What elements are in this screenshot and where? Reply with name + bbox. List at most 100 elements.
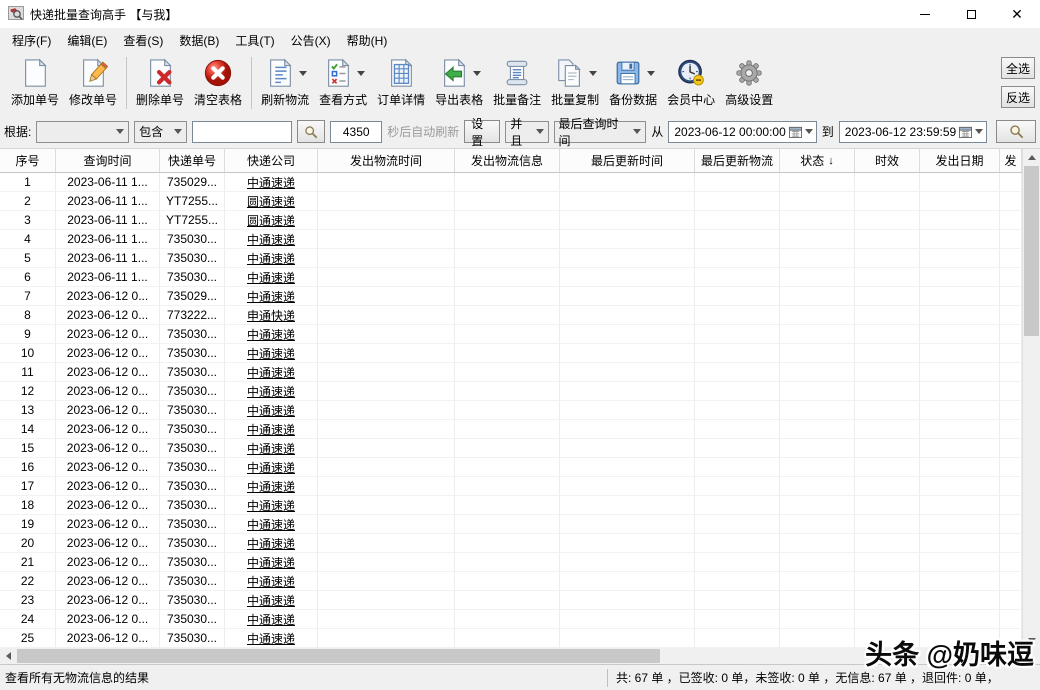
from-datetime-picker[interactable]: 2023-06-12 00:00:00: [668, 120, 817, 143]
dropdown-arrow-icon[interactable]: [646, 70, 655, 76]
refresh-seconds-input[interactable]: [330, 120, 383, 143]
toolbar-delete-order-button[interactable]: 删除单号: [131, 56, 189, 108]
toolbar-view-mode-button[interactable]: 查看方式: [314, 56, 372, 108]
company-link[interactable]: 中通速递: [225, 344, 318, 363]
dropdown-arrow-icon[interactable]: [356, 70, 365, 76]
table-row[interactable]: 6 2023-06-11 1... 735030... 中通速递: [0, 268, 1022, 287]
maximize-button[interactable]: [948, 0, 994, 28]
column-header-2[interactable]: 快递单号: [160, 149, 225, 172]
company-link[interactable]: 中通速递: [225, 401, 318, 420]
table-row[interactable]: 3 2023-06-11 1... YT7255... 圆通速递: [0, 211, 1022, 230]
toolbar-clear-table-button[interactable]: 清空表格: [189, 56, 247, 108]
minimize-button[interactable]: [902, 0, 948, 28]
to-datetime-picker[interactable]: 2023-06-12 23:59:59: [838, 120, 988, 143]
table-row[interactable]: 24 2023-06-12 0... 735030... 中通速递: [0, 610, 1022, 629]
dropdown-arrow-icon[interactable]: [588, 70, 597, 76]
menu-item-view[interactable]: 查看(S): [115, 29, 171, 52]
table-row[interactable]: 11 2023-06-12 0... 735030... 中通速递: [0, 363, 1022, 382]
table-row[interactable]: 7 2023-06-12 0... 735029... 中通速递: [0, 287, 1022, 306]
column-header-7[interactable]: 最后更新物流: [695, 149, 780, 172]
time-field-select[interactable]: 最后查询时间: [553, 117, 647, 148]
table-row[interactable]: 4 2023-06-11 1... 735030... 中通速递: [0, 230, 1022, 249]
table-row[interactable]: 21 2023-06-12 0... 735030... 中通速递: [0, 553, 1022, 572]
table-row[interactable]: 9 2023-06-12 0... 735030... 中通速递: [0, 325, 1022, 344]
toolbar-batch-note-button[interactable]: 批量备注: [488, 56, 546, 108]
table-row[interactable]: 2 2023-06-11 1... YT7255... 圆通速递: [0, 192, 1022, 211]
menu-item-notice[interactable]: 公告(X): [283, 29, 339, 52]
company-link[interactable]: 中通速递: [225, 496, 318, 515]
toolbar-order-detail-button[interactable]: 订单详情: [372, 56, 430, 108]
table-row[interactable]: 10 2023-06-12 0... 735030... 中通速递: [0, 344, 1022, 363]
table-row[interactable]: 23 2023-06-12 0... 735030... 中通速递: [0, 591, 1022, 610]
scroll-left-button[interactable]: [0, 648, 17, 664]
company-link[interactable]: 中通速递: [225, 458, 318, 477]
column-header-3[interactable]: 快递公司: [225, 149, 318, 172]
table-row[interactable]: 1 2023-06-11 1... 735029... 中通速递: [0, 173, 1022, 192]
company-link[interactable]: 中通速递: [225, 591, 318, 610]
vertical-scroll-thumb[interactable]: [1024, 166, 1039, 336]
close-button[interactable]: ✕: [994, 0, 1040, 28]
company-link[interactable]: 中通速递: [225, 610, 318, 629]
time-search-button[interactable]: [996, 120, 1036, 143]
company-link[interactable]: 中通速递: [225, 287, 318, 306]
company-link[interactable]: 中通速递: [225, 325, 318, 344]
column-header-9[interactable]: 时效: [855, 149, 920, 172]
table-row[interactable]: 17 2023-06-12 0... 735030... 中通速递: [0, 477, 1022, 496]
company-link[interactable]: 中通速递: [225, 249, 318, 268]
vertical-scrollbar[interactable]: [1022, 149, 1040, 649]
table-row[interactable]: 16 2023-06-12 0... 735030... 中通速递: [0, 458, 1022, 477]
company-link[interactable]: 中通速递: [225, 572, 318, 591]
toolbar-advanced-settings-button[interactable]: 高级设置: [720, 56, 778, 108]
refresh-settings-button[interactable]: 设置: [464, 117, 501, 148]
scroll-down-button[interactable]: [1023, 632, 1040, 649]
toolbar-edit-order-button[interactable]: 修改单号: [64, 56, 122, 108]
column-header-4[interactable]: 发出物流时间: [318, 149, 455, 172]
menu-item-data[interactable]: 数据(B): [171, 29, 227, 52]
table-row[interactable]: 22 2023-06-12 0... 735030... 中通速递: [0, 572, 1022, 591]
table-row[interactable]: 15 2023-06-12 0... 735030... 中通速递: [0, 439, 1022, 458]
company-link[interactable]: 中通速递: [225, 230, 318, 249]
table-row[interactable]: 5 2023-06-11 1... 735030... 中通速递: [0, 249, 1022, 268]
company-link[interactable]: 圆通速递: [225, 211, 318, 230]
toolbar-export-table-button[interactable]: 导出表格: [430, 56, 488, 108]
toolbar-member-center-button[interactable]: 会员中心: [662, 56, 720, 108]
column-header-1[interactable]: 查询时间: [56, 149, 160, 172]
company-link[interactable]: 中通速递: [225, 477, 318, 496]
toolbar-backup-data-button[interactable]: 备份数据: [604, 56, 662, 108]
table-row[interactable]: 18 2023-06-12 0... 735030... 中通速递: [0, 496, 1022, 515]
table-row[interactable]: 25 2023-06-12 0... 735030... 中通速递: [0, 629, 1022, 648]
company-link[interactable]: 中通速递: [225, 363, 318, 382]
toolbar-batch-copy-button[interactable]: 批量复制: [546, 56, 604, 108]
column-header-0[interactable]: 序号: [0, 149, 56, 172]
table-row[interactable]: 13 2023-06-12 0... 735030... 中通速递: [0, 401, 1022, 420]
dropdown-arrow-icon[interactable]: [472, 70, 481, 76]
horizontal-scroll-thumb[interactable]: [17, 649, 660, 663]
company-link[interactable]: 中通速递: [225, 553, 318, 572]
scroll-up-button[interactable]: [1023, 149, 1040, 166]
menu-item-program[interactable]: 程序(F): [4, 29, 59, 52]
column-header-11[interactable]: 发: [1000, 149, 1022, 172]
company-link[interactable]: 中通速递: [225, 173, 318, 192]
filter-field-select[interactable]: [36, 120, 130, 143]
invert-selection-button[interactable]: 反选: [1001, 86, 1035, 108]
table-row[interactable]: 8 2023-06-12 0... 773222... 申通快递: [0, 306, 1022, 325]
table-row[interactable]: 19 2023-06-12 0... 735030... 中通速递: [0, 515, 1022, 534]
company-link[interactable]: 中通速递: [225, 629, 318, 648]
column-header-10[interactable]: 发出日期: [920, 149, 1000, 172]
company-link[interactable]: 中通速递: [225, 382, 318, 401]
company-link[interactable]: 圆通速递: [225, 192, 318, 211]
company-link[interactable]: 中通速递: [225, 534, 318, 553]
logic-and-select[interactable]: 并且: [505, 117, 549, 148]
keyword-input[interactable]: [191, 120, 292, 143]
menu-item-tools[interactable]: 工具(T): [227, 29, 282, 52]
table-row[interactable]: 20 2023-06-12 0... 735030... 中通速递: [0, 534, 1022, 553]
company-link[interactable]: 申通快递: [225, 306, 318, 325]
company-link[interactable]: 中通速递: [225, 515, 318, 534]
company-link[interactable]: 中通速递: [225, 268, 318, 287]
match-mode-select[interactable]: 包含: [134, 120, 187, 143]
toolbar-add-order-button[interactable]: 添加单号: [6, 56, 64, 108]
company-link[interactable]: 中通速递: [225, 439, 318, 458]
table-row[interactable]: 12 2023-06-12 0... 735030... 中通速递: [0, 382, 1022, 401]
column-header-6[interactable]: 最后更新时间: [560, 149, 695, 172]
keyword-search-button[interactable]: [296, 120, 326, 143]
